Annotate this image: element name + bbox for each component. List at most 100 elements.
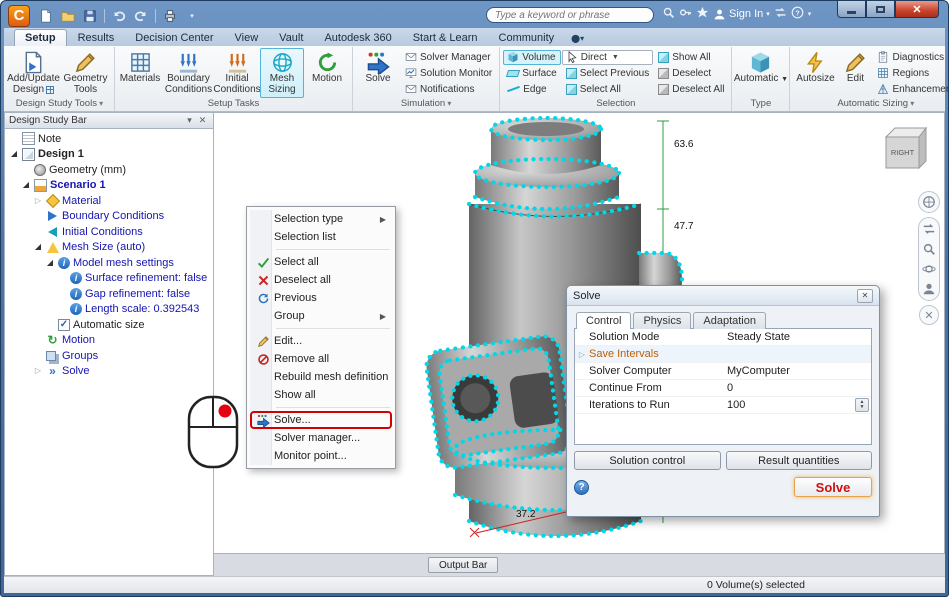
menu-item-selection-type[interactable]: Selection type ▶ bbox=[250, 210, 392, 228]
panel-menu-chevron-icon[interactable]: ▾ bbox=[183, 115, 196, 126]
show-all-button[interactable]: Show All bbox=[654, 50, 728, 65]
select-previous-button[interactable]: Select Previous bbox=[562, 66, 653, 81]
solve-button[interactable]: Solve bbox=[356, 48, 400, 98]
tab-community[interactable]: Community bbox=[489, 30, 565, 46]
close-button[interactable]: ✕ bbox=[895, 1, 939, 18]
group-label-simulation[interactable]: Simulation bbox=[355, 98, 497, 111]
sign-in-button[interactable]: Sign In ▾ bbox=[713, 8, 770, 21]
expander-icon[interactable] bbox=[9, 149, 19, 159]
solve-dialog-titlebar[interactable]: Solve ✕ bbox=[567, 286, 879, 306]
select-edge-button[interactable]: Edge bbox=[503, 82, 560, 97]
tree-item-length-scale[interactable]: Length scale: 0.392543 bbox=[5, 302, 213, 318]
dialog-close-icon[interactable]: ✕ bbox=[857, 288, 873, 303]
tree-item-automatic-size[interactable]: Automatic size bbox=[5, 317, 213, 333]
edit-sizing-button[interactable]: Edit bbox=[838, 48, 872, 98]
help-chevron-icon[interactable]: ▾ bbox=[808, 10, 812, 18]
search-icon[interactable] bbox=[662, 6, 675, 22]
automatic-type-button[interactable]: Automatic ▼ bbox=[734, 48, 788, 98]
tab-physics[interactable]: Physics bbox=[633, 312, 692, 329]
tree-item-material[interactable]: Material bbox=[5, 193, 213, 209]
add-update-design-button[interactable]: Add/Update Design bbox=[7, 48, 60, 98]
menu-item-solve[interactable]: Solve... bbox=[250, 411, 392, 429]
tree-item-gap-refinement[interactable]: Gap refinement: false bbox=[5, 286, 213, 302]
menu-item-solver-manager[interactable]: Solver manager... bbox=[250, 429, 392, 447]
minimize-button[interactable] bbox=[837, 1, 866, 18]
row-iterations-to-run[interactable]: Iterations to Run 100 ▲ ▼ bbox=[575, 397, 871, 414]
enhancement-button[interactable]: Enhancement bbox=[873, 82, 948, 97]
solution-control-button[interactable]: Solution control bbox=[574, 451, 721, 470]
tab-view[interactable]: View bbox=[225, 30, 269, 46]
favorites-star-icon[interactable] bbox=[696, 6, 709, 22]
tab-results[interactable]: Results bbox=[68, 30, 125, 46]
menu-item-selection-list[interactable]: Selection list bbox=[250, 228, 392, 246]
geometry-tools-button[interactable]: Geometry Tools bbox=[60, 48, 111, 98]
save-icon[interactable] bbox=[80, 6, 100, 25]
menu-item-rebuild-mesh-definition[interactable]: Rebuild mesh definition bbox=[250, 368, 392, 386]
ribbon-options-chevron-icon[interactable]: ⬤▾ bbox=[571, 34, 584, 43]
exchange-icon[interactable] bbox=[774, 6, 787, 22]
iterations-spinner[interactable]: ▲ ▼ bbox=[855, 398, 869, 412]
boundary-conditions-button[interactable]: Boundary Conditions bbox=[163, 48, 214, 98]
key-icon[interactable] bbox=[679, 6, 692, 22]
toolbar-options-chevron-icon[interactable]: ▾ bbox=[182, 6, 202, 25]
steering-wheel-icon[interactable] bbox=[918, 191, 940, 213]
motion-button[interactable]: Motion bbox=[305, 48, 349, 98]
tree-item-geometry[interactable]: Geometry (mm) bbox=[5, 162, 213, 178]
tab-start-learn[interactable]: Start & Learn bbox=[403, 30, 488, 46]
select-volume-button[interactable]: Volume bbox=[503, 49, 561, 65]
deselect-button[interactable]: Deselect bbox=[654, 66, 728, 81]
row-solver-computer[interactable]: Solver Computer MyComputer bbox=[575, 363, 871, 380]
row-save-intervals[interactable]: ▷ Save Intervals bbox=[575, 346, 871, 363]
dialog-solve-button[interactable]: Solve bbox=[794, 477, 872, 497]
menu-item-remove-all[interactable]: Remove all bbox=[250, 350, 392, 368]
group-label-automatic-sizing[interactable]: Automatic Sizing bbox=[792, 98, 948, 111]
help-icon[interactable] bbox=[791, 6, 804, 22]
select-all-button[interactable]: Select All bbox=[562, 82, 653, 97]
tree-item-scenario-1[interactable]: Scenario 1 bbox=[5, 178, 213, 194]
initial-conditions-button[interactable]: Initial Conditions bbox=[213, 48, 261, 98]
tree-item-solve[interactable]: Solve bbox=[5, 364, 213, 380]
group-label-design-study-tools[interactable]: Design Study Tools bbox=[7, 98, 112, 111]
tree-item-motion[interactable]: Motion bbox=[5, 333, 213, 349]
tab-vault[interactable]: Vault bbox=[269, 30, 313, 46]
tree-item-model-mesh-settings[interactable]: Model mesh settings bbox=[5, 255, 213, 271]
expander-icon[interactable] bbox=[33, 242, 43, 252]
menu-item-edit[interactable]: Edit... bbox=[250, 332, 392, 350]
app-logo-icon[interactable]: C bbox=[8, 4, 30, 27]
row-solution-mode[interactable]: Solution Mode Steady State bbox=[575, 329, 871, 346]
tree-item-design-1[interactable]: Design 1 bbox=[5, 147, 213, 163]
tab-adaptation[interactable]: Adaptation bbox=[693, 312, 766, 329]
expander-icon[interactable]: ▷ bbox=[575, 350, 589, 359]
tab-autodesk-360[interactable]: Autodesk 360 bbox=[314, 30, 401, 46]
select-surface-button[interactable]: Surface bbox=[503, 66, 560, 81]
redo-icon[interactable] bbox=[131, 6, 151, 25]
expander-icon[interactable] bbox=[45, 258, 55, 268]
solution-monitor-button[interactable]: Solution Monitor bbox=[401, 66, 496, 81]
viewport[interactable]: 63.6 47.7 37.2 RIGHT ✕ Selection type ▶ … bbox=[214, 112, 945, 554]
tree-item-surface-refinement[interactable]: Surface refinement: false bbox=[5, 271, 213, 287]
expander-icon[interactable] bbox=[33, 366, 43, 376]
tree-item-boundary-conditions[interactable]: Boundary Conditions bbox=[5, 209, 213, 225]
search-input[interactable] bbox=[486, 7, 654, 23]
tree-item-initial-conditions[interactable]: Initial Conditions bbox=[5, 224, 213, 240]
notifications-button[interactable]: Notifications bbox=[401, 82, 496, 97]
mesh-sizing-button[interactable]: Mesh Sizing bbox=[260, 48, 304, 98]
expander-icon[interactable] bbox=[33, 196, 43, 206]
dialog-help-icon[interactable]: ? bbox=[574, 479, 589, 495]
zoom-icon[interactable] bbox=[922, 242, 936, 256]
maximize-button[interactable] bbox=[866, 1, 895, 18]
pan-icon[interactable] bbox=[922, 222, 936, 236]
tab-setup[interactable]: Setup bbox=[14, 29, 67, 46]
menu-item-monitor-point[interactable]: Monitor point... bbox=[250, 447, 392, 465]
open-file-icon[interactable] bbox=[58, 6, 78, 25]
tab-decision-center[interactable]: Decision Center bbox=[125, 30, 223, 46]
menu-item-show-all[interactable]: Show all bbox=[250, 386, 392, 404]
regions-button[interactable]: Regions bbox=[873, 66, 948, 81]
deselect-all-button[interactable]: Deselect All bbox=[654, 82, 728, 97]
tree-item-note[interactable]: Note bbox=[5, 131, 213, 147]
menu-item-group[interactable]: Group ▶ bbox=[250, 307, 392, 325]
output-bar-button[interactable]: Output Bar bbox=[428, 557, 499, 573]
menu-item-select-all[interactable]: Select all bbox=[250, 253, 392, 271]
new-file-icon[interactable] bbox=[36, 6, 56, 25]
checked-checkbox-icon[interactable] bbox=[58, 318, 70, 331]
